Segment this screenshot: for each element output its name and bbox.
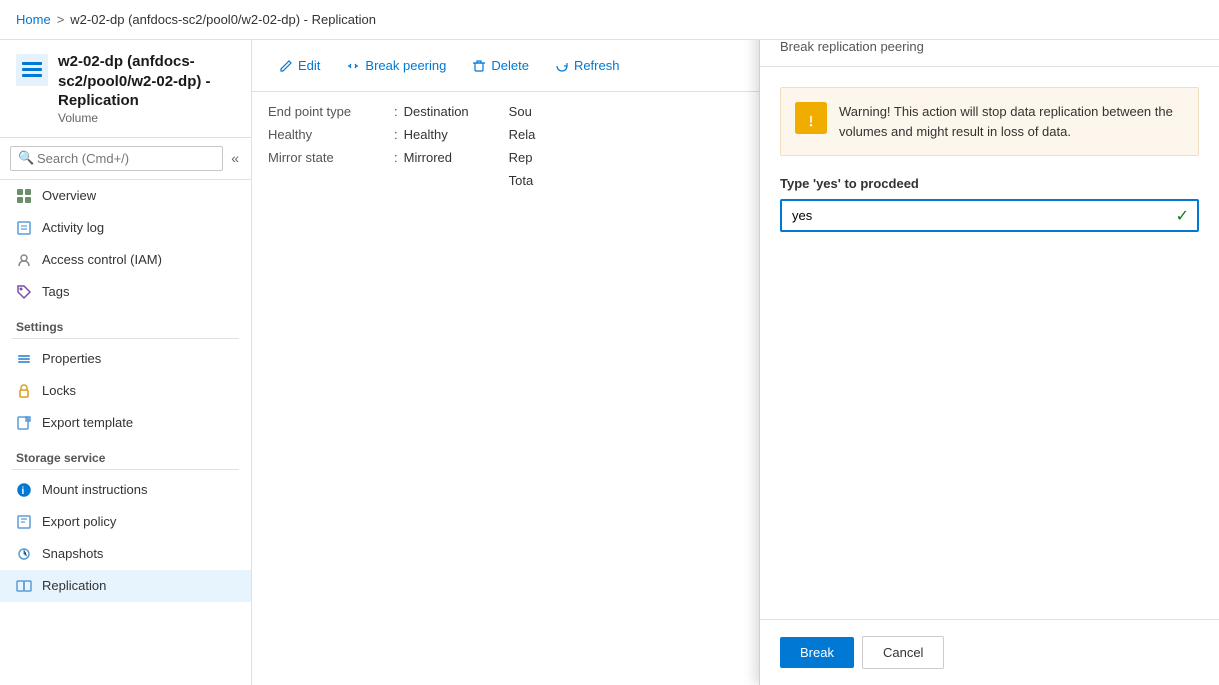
data-row-rep: Rep bbox=[509, 150, 629, 165]
snapshots-icon bbox=[16, 546, 32, 562]
panel-body: Warning! This action will stop data repl… bbox=[760, 67, 1219, 619]
main-layout: w2-02-dp (anfdocs-sc2/pool0/w2-02-dp) - … bbox=[0, 40, 1219, 685]
break-button[interactable]: Break bbox=[780, 637, 854, 668]
sidebar: w2-02-dp (anfdocs-sc2/pool0/w2-02-dp) - … bbox=[0, 40, 252, 685]
sidebar-item-export-policy[interactable]: Export policy bbox=[0, 506, 251, 538]
resource-title: w2-02-dp (anfdocs-sc2/pool0/w2-02-dp) - … bbox=[58, 52, 235, 111]
breadcrumb-current: w2-02-dp (anfdocs-sc2/pool0/w2-02-dp) - … bbox=[70, 12, 376, 27]
yes-input-wrap: ✓ bbox=[780, 199, 1199, 232]
nav-main: Overview Activity log Access control (IA… bbox=[0, 180, 251, 308]
panel-footer: Break Cancel bbox=[760, 619, 1219, 685]
mount-instructions-icon: i bbox=[16, 482, 32, 498]
data-row-rela: Rela bbox=[509, 127, 629, 142]
input-check-icon: ✓ bbox=[1176, 206, 1189, 226]
resource-subtitle: Volume bbox=[58, 111, 235, 125]
breadcrumb-bar: Home > w2-02-dp (anfdocs-sc2/pool0/w2-02… bbox=[0, 0, 1219, 40]
resource-header: w2-02-dp (anfdocs-sc2/pool0/w2-02-dp) - … bbox=[0, 40, 251, 138]
breadcrumb-sep1: > bbox=[57, 12, 65, 27]
sidebar-item-export-template[interactable]: Export template bbox=[0, 407, 251, 439]
nav-storage: i Mount instructions Export policy Snaps… bbox=[0, 474, 251, 602]
sidebar-item-replication[interactable]: Replication bbox=[0, 570, 251, 602]
data-row-tota: Tota bbox=[509, 173, 629, 188]
warning-box: Warning! This action will stop data repl… bbox=[780, 87, 1199, 156]
break-peering-icon bbox=[346, 59, 360, 73]
yes-input[interactable] bbox=[780, 199, 1199, 232]
refresh-icon bbox=[555, 59, 569, 73]
sidebar-item-label-export-template: Export template bbox=[42, 415, 133, 430]
cancel-button[interactable]: Cancel bbox=[862, 636, 944, 669]
sidebar-item-label-mount: Mount instructions bbox=[42, 482, 148, 497]
replication-icon bbox=[16, 578, 32, 594]
search-input[interactable] bbox=[10, 146, 223, 171]
sidebar-item-properties[interactable]: Properties bbox=[0, 343, 251, 375]
export-policy-icon bbox=[16, 514, 32, 530]
content-area: Edit Break peering Delete Refresh End po… bbox=[252, 40, 1219, 685]
volume-icon bbox=[16, 54, 48, 86]
sidebar-item-label-replication: Replication bbox=[42, 578, 106, 593]
delete-icon bbox=[472, 59, 486, 73]
warning-icon bbox=[795, 102, 827, 134]
sidebar-item-label-properties: Properties bbox=[42, 351, 101, 366]
sidebar-item-label-snapshots: Snapshots bbox=[42, 546, 103, 561]
sidebar-item-tags[interactable]: Tags bbox=[0, 276, 251, 308]
edit-icon bbox=[279, 59, 293, 73]
sidebar-item-mount-instructions[interactable]: i Mount instructions bbox=[0, 474, 251, 506]
break-peering-button[interactable]: Break peering bbox=[335, 52, 457, 79]
refresh-button[interactable]: Refresh bbox=[544, 52, 631, 79]
panel-subtitle: Break replication peering bbox=[780, 40, 996, 54]
break-replication-panel: Break replication peering Break replicat… bbox=[759, 40, 1219, 685]
panel-header: Break replication peering Break replicat… bbox=[760, 40, 1219, 67]
svg-text:i: i bbox=[22, 486, 25, 497]
overview-icon bbox=[16, 188, 32, 204]
properties-icon bbox=[16, 351, 32, 367]
collapse-button[interactable]: « bbox=[229, 148, 241, 168]
sidebar-item-label-tags: Tags bbox=[42, 284, 69, 299]
sidebar-item-locks[interactable]: Locks bbox=[0, 375, 251, 407]
sidebar-item-label-iam: Access control (IAM) bbox=[42, 252, 162, 267]
sidebar-item-overview[interactable]: Overview bbox=[0, 180, 251, 212]
activity-log-icon bbox=[16, 220, 32, 236]
iam-icon bbox=[16, 252, 32, 268]
data-row-healthy: Healthy : Healthy bbox=[268, 127, 469, 142]
sidebar-item-label-overview: Overview bbox=[42, 188, 96, 203]
data-row-endpoint: End point type : Destination bbox=[268, 104, 469, 119]
delete-button[interactable]: Delete bbox=[461, 52, 540, 79]
search-box: 🔍 « bbox=[0, 138, 251, 180]
sidebar-item-label-export-policy: Export policy bbox=[42, 514, 116, 529]
nav-settings: Properties Locks Export template bbox=[0, 343, 251, 439]
sidebar-item-snapshots[interactable]: Snapshots bbox=[0, 538, 251, 570]
locks-icon bbox=[16, 383, 32, 399]
sidebar-item-label-locks: Locks bbox=[42, 383, 76, 398]
field-label: Type 'yes' to procdeed bbox=[780, 176, 1199, 191]
breadcrumb-home[interactable]: Home bbox=[16, 12, 51, 27]
warning-text: Warning! This action will stop data repl… bbox=[839, 102, 1184, 141]
storage-section-label: Storage service bbox=[0, 439, 251, 469]
sidebar-item-label-activity: Activity log bbox=[42, 220, 104, 235]
edit-button[interactable]: Edit bbox=[268, 52, 331, 79]
export-template-icon bbox=[16, 415, 32, 431]
data-row-sou: Sou bbox=[509, 104, 629, 119]
settings-section-label: Settings bbox=[0, 308, 251, 338]
data-row-mirror: Mirror state : Mirrored bbox=[268, 150, 469, 165]
sidebar-item-activity-log[interactable]: Activity log bbox=[0, 212, 251, 244]
tags-icon bbox=[16, 284, 32, 300]
sidebar-item-iam[interactable]: Access control (IAM) bbox=[0, 244, 251, 276]
